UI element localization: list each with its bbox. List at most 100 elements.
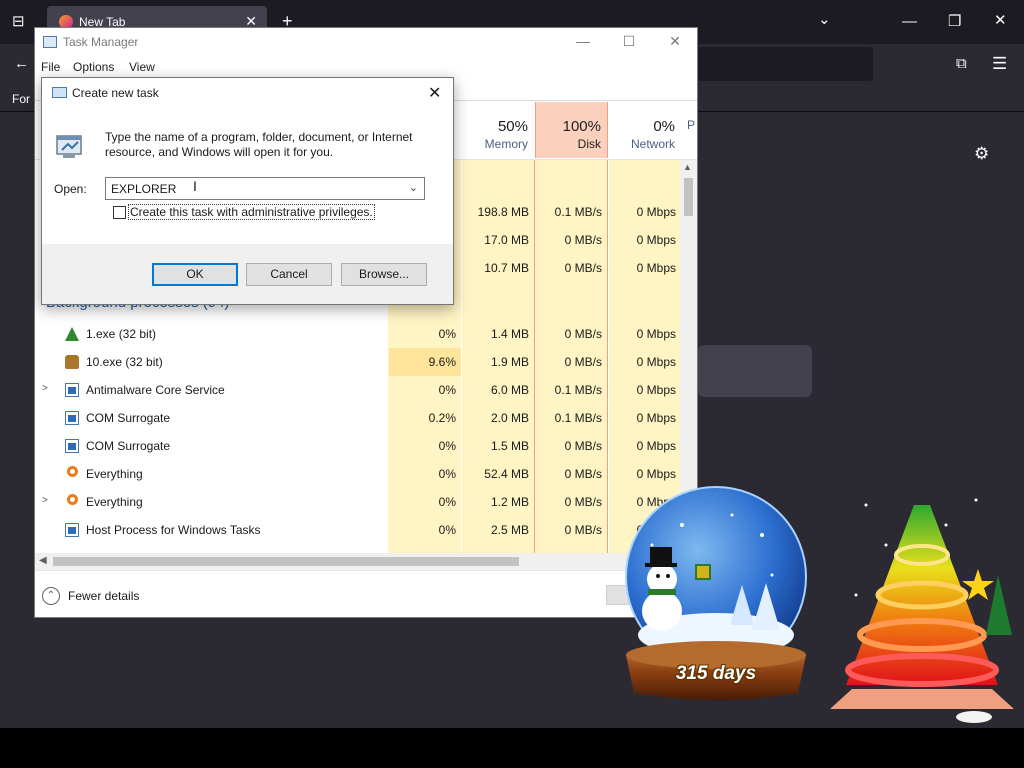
cancel-button[interactable]: Cancel — [246, 263, 332, 286]
process-name: Antimalware Core Service — [86, 383, 225, 397]
task-manager-icon — [43, 36, 57, 48]
task-manager-menu: File Options View — [35, 58, 697, 78]
disk-cell: 0.1 MB/s — [554, 411, 602, 425]
maximize-icon[interactable]: ☐ — [619, 33, 639, 50]
network-cell: 0 Mbps — [636, 439, 676, 453]
memory-cell: 2.5 MB — [490, 523, 529, 537]
tab-list-icon[interactable]: ⊟ — [12, 14, 25, 29]
text-cursor-icon: I — [193, 178, 197, 194]
process-name: COM Surrogate — [86, 411, 171, 425]
memory-cell: 2.0 MB — [490, 411, 529, 425]
chevron-up-icon[interactable]: ⌃ — [42, 587, 60, 605]
process-name: Everything — [86, 467, 143, 481]
expand-chevron-icon[interactable]: > — [42, 495, 48, 506]
disk-cell: 0 MB/s — [564, 327, 602, 341]
admin-privileges-checkbox[interactable] — [113, 206, 126, 219]
memory-cell: 1.4 MB — [490, 327, 529, 341]
process-name: 10.exe (32 bit) — [86, 355, 163, 369]
cpu-cell: 9.6% — [428, 355, 456, 369]
disk-cell: 0 MB/s — [564, 355, 602, 369]
network-label: Network — [630, 137, 675, 151]
table-row[interactable]: COM Surrogate 0% 1.5 MB 0 MB/s 0 Mbps — [35, 432, 680, 460]
bag-icon — [65, 355, 79, 369]
url-bar[interactable] — [690, 47, 873, 81]
task-manager-title: Task Manager — [63, 35, 139, 49]
chevron-down-icon[interactable]: ⌄ — [409, 181, 418, 194]
memory-cell: 1.5 MB — [490, 439, 529, 453]
cpu-cell: 0% — [438, 523, 456, 537]
table-row[interactable]: 10.exe (32 bit) 9.6% 1.9 MB 0 MB/s 0 Mbp… — [35, 348, 680, 376]
create-new-task-dialog: Create new task ✕ Type the name of a pro… — [41, 77, 454, 305]
tree-icon — [65, 327, 79, 341]
column-memory[interactable]: 50% Memory — [462, 102, 534, 158]
column-network[interactable]: 0% Network — [609, 102, 681, 158]
memory-cell: 6.0 MB — [490, 383, 529, 397]
close-icon[interactable]: ✕ — [428, 83, 441, 103]
network-percent: 0% — [653, 118, 675, 135]
network-cell: 0 Mbps — [636, 233, 676, 247]
menu-icon[interactable]: ☰ — [992, 55, 1007, 72]
extensions-icon[interactable]: ⧉ — [956, 56, 967, 71]
table-row[interactable]: Host Process for Windows Tasks 0% 2.5 MB… — [35, 516, 680, 544]
expand-chevron-icon[interactable]: > — [42, 383, 48, 394]
network-cell: 0 Mbps — [636, 467, 676, 481]
disk-percent: 100% — [562, 118, 601, 135]
column-disk[interactable]: 100% Disk — [535, 102, 608, 158]
open-input-value[interactable]: EXPLORER — [111, 182, 176, 196]
magnifier-icon — [67, 466, 78, 477]
memory-cell: 10.7 MB — [484, 261, 529, 275]
fewer-details-link[interactable]: Fewer details — [68, 589, 139, 603]
disk-cell: 0 MB/s — [564, 467, 602, 481]
column-power[interactable]: P — [681, 102, 697, 158]
cpu-cell: 0% — [438, 467, 456, 481]
settings-gear-icon[interactable]: ⚙ — [974, 145, 989, 162]
menu-file[interactable]: File — [41, 60, 60, 74]
bookmarks-text[interactable]: For — [12, 92, 30, 106]
scrollbar-thumb[interactable] — [53, 557, 519, 566]
snow-globe-widget[interactable]: 315 days — [612, 485, 822, 703]
chevron-down-icon[interactable]: ⌄ — [818, 12, 831, 27]
back-arrow-icon[interactable]: ← — [14, 56, 29, 71]
cpu-cell: 0% — [438, 327, 456, 341]
network-cell: 0 Mbps — [636, 411, 676, 425]
browse-button[interactable]: Browse... — [341, 263, 427, 286]
ok-button[interactable]: OK — [152, 263, 238, 286]
table-row[interactable]: > Everything 0% 1.2 MB 0 MB/s 0 Mbps — [35, 488, 680, 516]
table-row[interactable]: Everything 0% 52.4 MB 0 MB/s 0 Mbps — [35, 460, 680, 488]
memory-label: Memory — [484, 137, 528, 151]
close-window-icon[interactable]: ✕ — [994, 13, 1007, 28]
christmas-tree-icon — [830, 498, 1014, 723]
memory-cell: 1.9 MB — [490, 355, 529, 369]
search-box[interactable] — [698, 345, 812, 397]
memory-cell: 52.4 MB — [484, 467, 529, 481]
admin-privileges-label[interactable]: Create this task with administrative pri… — [128, 204, 375, 220]
table-row[interactable]: COM Surrogate 0.2% 2.0 MB 0.1 MB/s 0 Mbp… — [35, 404, 680, 432]
cpu-cell: 0.2% — [428, 411, 456, 425]
disk-cell: 0.1 MB/s — [554, 383, 602, 397]
open-label: Open: — [54, 182, 87, 196]
disk-cell: 0.1 MB/s — [554, 205, 602, 219]
minimize-icon[interactable]: — — [902, 14, 917, 29]
menu-options[interactable]: Options — [73, 60, 114, 74]
scroll-left-icon[interactable]: ◀ — [39, 555, 47, 566]
restore-icon[interactable]: ❐ — [948, 14, 961, 29]
process-name: COM Surrogate — [86, 439, 171, 453]
table-row[interactable]: > Antimalware Core Service 0% 6.0 MB 0.1… — [35, 376, 680, 404]
minimize-icon[interactable]: — — [573, 33, 593, 49]
close-icon[interactable]: ✕ — [665, 33, 685, 50]
scroll-up-icon[interactable]: ▲ — [683, 162, 692, 172]
dialog-title: Create new task — [72, 86, 159, 100]
run-program-icon — [56, 135, 82, 158]
disk-cell: 0 MB/s — [564, 439, 602, 453]
horizontal-scrollbar[interactable]: ◀ — [35, 553, 680, 570]
disk-label: Disk — [577, 137, 601, 151]
menu-view[interactable]: View — [129, 60, 155, 74]
open-combobox[interactable]: EXPLORER ⌄ — [105, 177, 425, 200]
scrollbar-thumb[interactable] — [684, 178, 693, 216]
process-name: Everything — [86, 495, 143, 509]
process-name: 1.exe (32 bit) — [86, 327, 157, 341]
table-row[interactable]: 1.exe (32 bit) 0% 1.4 MB 0 MB/s 0 Mbps — [35, 320, 680, 348]
cpu-cell: 0% — [438, 495, 456, 509]
memory-cell: 1.2 MB — [490, 495, 529, 509]
network-cell: 0 Mbps — [636, 327, 676, 341]
